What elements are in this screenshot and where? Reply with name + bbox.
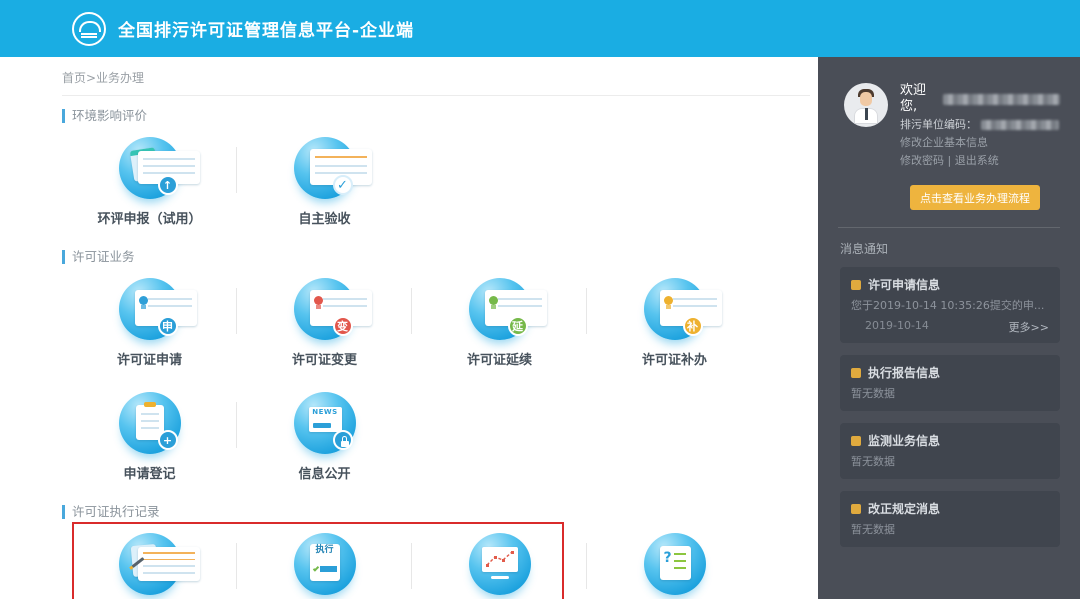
permit-apply-icon: 申 bbox=[118, 278, 197, 340]
permit-change-icon: 变 bbox=[293, 278, 372, 340]
tile-permit-renewal[interactable]: 延 许可证延续 bbox=[412, 266, 587, 378]
section-title-execution: 许可证执行记录 bbox=[62, 505, 818, 519]
breadcrumb: 首页>业务办理 bbox=[62, 69, 810, 96]
platform-logo-icon bbox=[72, 11, 106, 46]
card-execution-report[interactable]: 执行报告信息 暂无数据 bbox=[840, 355, 1060, 411]
apply-badge-icon: 申 bbox=[157, 316, 178, 336]
row-permit-2: + 申请登记 NEWS 信息公开 bbox=[62, 380, 762, 492]
change-password-link[interactable]: 修改密码 bbox=[900, 154, 944, 167]
check-icon: ✓ bbox=[332, 175, 353, 195]
section-title-permit: 许可证业务 bbox=[62, 250, 818, 264]
card-content: 暂无数据 bbox=[851, 455, 895, 468]
card-content: 您于2019-10-14 10:35:26提交的申... bbox=[851, 299, 1045, 312]
notice-square-icon bbox=[851, 503, 861, 514]
tile-label: 环评申报（试用） bbox=[97, 212, 202, 227]
view-process-button[interactable]: 点击查看业务办理流程 bbox=[910, 185, 1040, 210]
renewal-badge-icon: 延 bbox=[507, 316, 528, 336]
user-info-block: 欢迎您, 排污单位编码： 修改企业基本信息 修改密码 | 退出系统 bbox=[844, 83, 1060, 169]
info-disclosure-icon: NEWS bbox=[293, 392, 356, 454]
page-title: 全国排污许可证管理信息平台-企业端 bbox=[118, 21, 415, 41]
upload-arrow-icon: ↑ bbox=[157, 175, 178, 195]
lock-icon bbox=[332, 430, 353, 450]
tile-label: 申请登记 bbox=[123, 467, 176, 482]
eia-declaration-icon: ↑ bbox=[118, 137, 200, 199]
change-badge-icon: 变 bbox=[332, 316, 353, 336]
notifications-title: 消息通知 bbox=[840, 242, 889, 256]
welcome-text: 欢迎您, bbox=[900, 83, 927, 114]
card-content: 暂无数据 bbox=[851, 387, 895, 400]
monitoring-records-icon bbox=[468, 533, 531, 595]
notification-cards: 许可申请信息 您于2019-10-14 10:35:26提交的申... 2019… bbox=[840, 267, 1060, 547]
logout-link[interactable]: 退出系统 bbox=[955, 154, 999, 167]
tile-label: 许可证补办 bbox=[641, 353, 707, 368]
ledger-records-icon bbox=[118, 533, 200, 595]
plus-icon: + bbox=[157, 430, 178, 450]
card-content: 暂无数据 bbox=[851, 523, 895, 536]
main-panel: 首页>业务办理 环境影响评价 ↑ 环评申报（试用） ✓ 自主验收 许可证业务 申… bbox=[0, 57, 818, 599]
tile-eia-declaration[interactable]: ↑ 环评申报（试用） bbox=[62, 125, 237, 237]
line-chart-icon bbox=[485, 551, 514, 567]
tile-label: 许可证申请 bbox=[116, 353, 182, 368]
row-permit-1: 申 许可证申请 变 许可证变更 延 许可证延续 补 许可证补办 bbox=[62, 266, 762, 378]
tile-permit-change[interactable]: 变 许可证变更 bbox=[237, 266, 412, 378]
execution-report-icon: 执行 bbox=[293, 533, 356, 595]
registration-icon: + bbox=[118, 392, 181, 454]
tile-registration[interactable]: + 申请登记 bbox=[62, 380, 237, 492]
tile-permit-apply[interactable]: 申 许可证申请 bbox=[62, 266, 237, 378]
permit-reissue-icon: 补 bbox=[643, 278, 722, 340]
link-separator: | bbox=[947, 154, 952, 167]
card-permit-application[interactable]: 许可申请信息 您于2019-10-14 10:35:26提交的申... 2019… bbox=[840, 267, 1060, 343]
tile-label: 信息公开 bbox=[298, 467, 351, 482]
row-eia: ↑ 环评申报（试用） ✓ 自主验收 bbox=[62, 125, 762, 237]
app-window: 全国排污许可证管理信息平台-企业端 首页>业务办理 环境影响评价 ↑ 环评申报（… bbox=[0, 0, 1080, 599]
correction-rules-icon: ? bbox=[643, 533, 706, 595]
card-date: 2019-10-14 bbox=[865, 319, 929, 332]
row-execution: 台账记录 执行 执行报告 bbox=[62, 521, 762, 599]
notice-square-icon bbox=[851, 367, 861, 378]
more-link[interactable]: 更多>> bbox=[1009, 319, 1049, 335]
user-avatar bbox=[844, 83, 888, 127]
edit-company-info-link[interactable]: 修改企业基本信息 bbox=[900, 135, 1060, 151]
news-text: NEWS bbox=[312, 408, 338, 416]
question-mark-icon: ? bbox=[663, 550, 672, 566]
section-title-eia: 环境影响评价 bbox=[62, 109, 818, 123]
tile-self-acceptance[interactable]: ✓ 自主验收 bbox=[237, 125, 412, 237]
tile-monitoring-records[interactable]: 监测记录 bbox=[412, 521, 587, 599]
execution-text: 执行 bbox=[315, 545, 334, 555]
notice-square-icon bbox=[851, 435, 861, 446]
redacted-username bbox=[942, 93, 1060, 105]
tile-info-disclosure[interactable]: NEWS 信息公开 bbox=[237, 380, 412, 492]
tile-ledger-records[interactable]: 台账记录 bbox=[62, 521, 237, 599]
card-correction-rules[interactable]: 改正规定消息 暂无数据 bbox=[840, 491, 1060, 547]
tile-label: 自主验收 bbox=[298, 212, 351, 227]
notice-square-icon bbox=[851, 279, 861, 290]
tile-label: 许可证变更 bbox=[291, 353, 357, 368]
redacted-unit-code bbox=[981, 120, 1059, 130]
check-icon bbox=[312, 565, 319, 572]
sidebar: 欢迎您, 排污单位编码： 修改企业基本信息 修改密码 | 退出系统 点击查看业务… bbox=[818, 57, 1080, 599]
tile-correction-rules[interactable]: ? 改正规定 bbox=[587, 521, 762, 599]
top-header: 全国排污许可证管理信息平台-企业端 bbox=[0, 0, 1080, 57]
reissue-badge-icon: 补 bbox=[682, 316, 703, 336]
tile-permit-reissue[interactable]: 补 许可证补办 bbox=[587, 266, 762, 378]
card-monitoring-business[interactable]: 监测业务信息 暂无数据 bbox=[840, 423, 1060, 479]
tile-label: 许可证延续 bbox=[466, 353, 532, 368]
sidebar-divider bbox=[838, 227, 1060, 228]
unit-code-label: 排污单位编码： bbox=[900, 118, 977, 131]
permit-renewal-icon: 延 bbox=[468, 278, 547, 340]
tile-execution-report[interactable]: 执行 执行报告 bbox=[237, 521, 412, 599]
self-acceptance-icon: ✓ bbox=[293, 137, 372, 199]
